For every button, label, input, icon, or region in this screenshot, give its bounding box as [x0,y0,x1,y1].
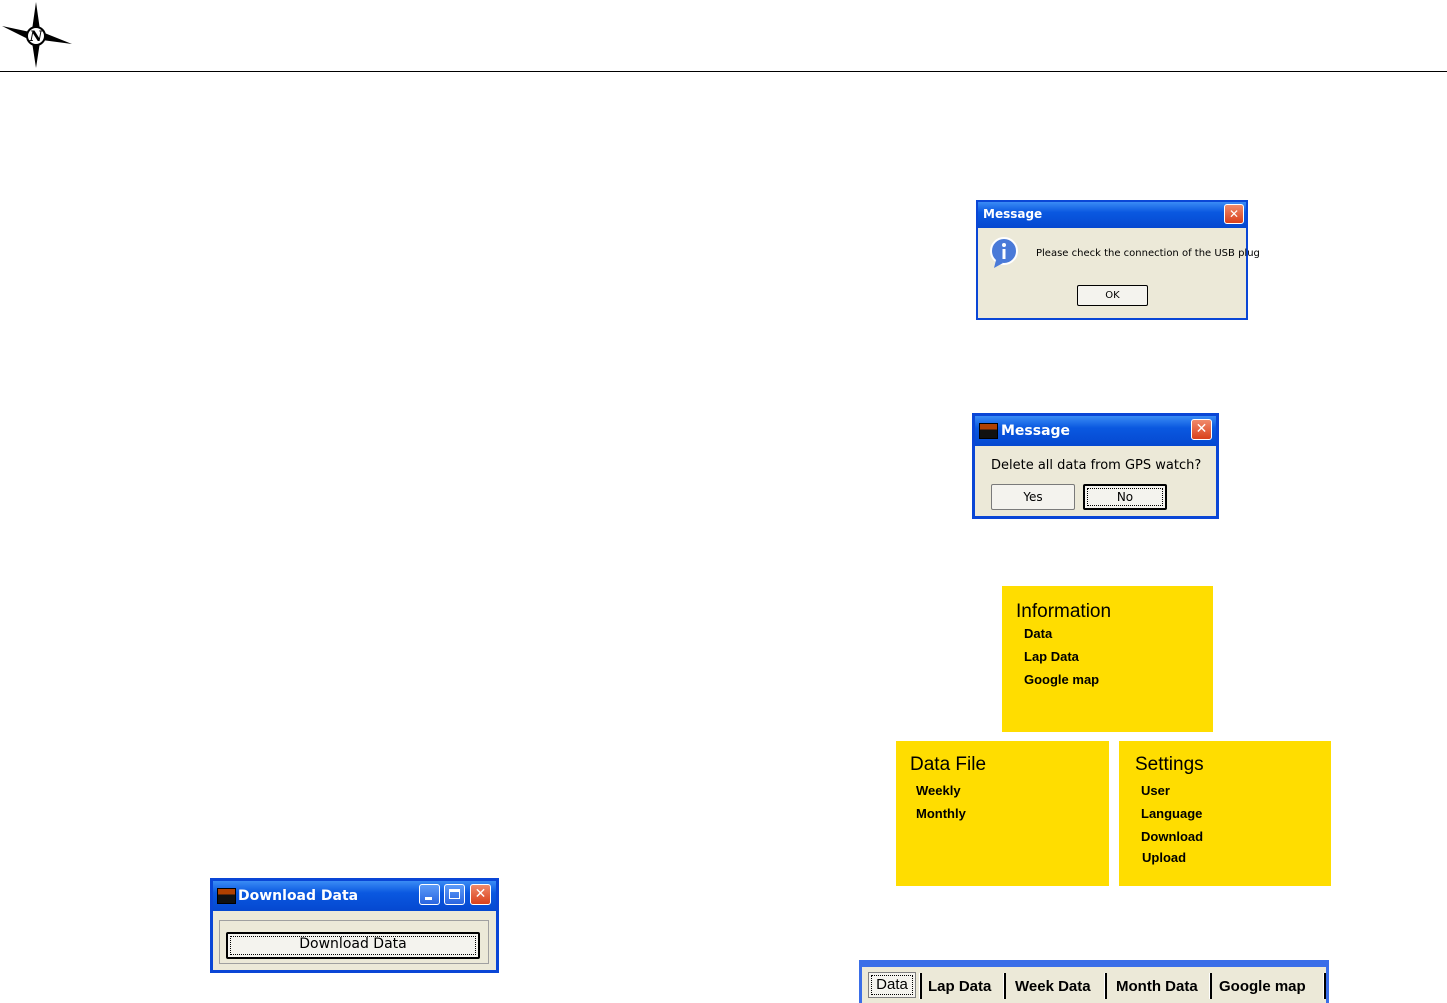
delete-message-titlebar: Message ✕ [975,416,1216,446]
tab-month-data[interactable]: Month Data [1116,973,1198,1001]
tab-lap-data[interactable]: Lap Data [928,973,991,1001]
close-icon[interactable]: ✕ [470,884,491,905]
window-title: Download Data [238,888,359,904]
compass-logo-icon: N [2,2,72,68]
tab-google-map[interactable]: Google map [1219,973,1306,1001]
delete-message-text: Delete all data from GPS watch? [991,458,1202,473]
tab-separator [1209,973,1212,999]
menu-item-google-map[interactable]: Google map [1024,672,1099,687]
tab-label: Data [876,976,908,993]
data-file-menu-box: Data File Weekly Monthly [896,741,1109,886]
menu-item-lap-data[interactable]: Lap Data [1024,649,1079,664]
tab-week-data[interactable]: Week Data [1015,973,1091,1001]
menu-item-data[interactable]: Data [1024,626,1052,641]
tab-separator [1104,973,1107,999]
download-window-titlebar: Download Data ✕ [213,881,496,911]
tab-separator [919,973,922,999]
menu-item-monthly[interactable]: Monthly [916,806,966,821]
ok-button[interactable]: OK [1077,285,1148,306]
tab-data[interactable]: Data [868,972,916,998]
dialog-title: Message [1001,423,1071,439]
data-tab-bar: Data Lap Data Week Data Month Data Googl… [859,960,1329,1003]
yes-button[interactable]: Yes [991,484,1075,510]
download-data-button[interactable]: Download Data [226,932,480,959]
app-icon [979,423,998,439]
menu-item-weekly[interactable]: Weekly [916,783,961,798]
menu-item-language[interactable]: Language [1141,806,1202,821]
header-divider [0,71,1447,72]
menu-title-settings: Settings [1135,754,1204,775]
info-icon [990,237,1018,268]
tab-separator [1323,973,1326,999]
menu-item-user[interactable]: User [1141,783,1170,798]
delete-message-dialog: Message ✕ Delete all data from GPS watch… [972,413,1219,519]
tab-separator [1003,973,1006,999]
svg-text:N: N [29,29,44,45]
download-data-window: Download Data ✕ Download Data [210,878,499,973]
usb-message-text: Please check the connection of the USB p… [1036,248,1260,259]
tab-strip: Data Lap Data Week Data Month Data Googl… [862,967,1326,1003]
usb-message-titlebar: Message ✕ [978,202,1246,228]
close-icon[interactable]: ✕ [1191,419,1212,440]
minimize-icon[interactable] [419,884,440,905]
menu-item-upload[interactable]: Upload [1142,850,1186,865]
information-menu-box: Information Data Lap Data Google map [1002,586,1213,732]
menu-title-data-file: Data File [910,754,987,775]
settings-menu-box: Settings User Language Download Upload [1119,741,1331,886]
dialog-title: Message [983,207,1043,221]
close-icon[interactable]: ✕ [1224,204,1244,224]
menu-item-download[interactable]: Download [1141,829,1203,844]
no-button[interactable]: No [1083,484,1167,510]
menu-title-information: Information [1016,601,1112,622]
maximize-icon[interactable] [444,884,465,905]
usb-message-dialog: Message ✕ Please check the connection of… [976,200,1260,320]
app-icon [217,888,236,904]
